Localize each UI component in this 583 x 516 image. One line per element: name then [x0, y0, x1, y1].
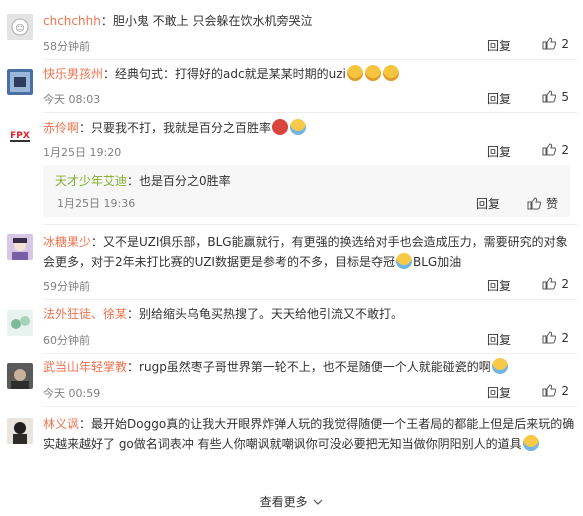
doge-emoji-icon — [364, 65, 381, 81]
like-button[interactable]: 2 — [542, 37, 569, 51]
reply-button[interactable]: 回复 — [487, 384, 511, 401]
username-link[interactable]: chchchhh — [43, 14, 101, 28]
like-count: 2 — [561, 331, 569, 345]
divider — [43, 406, 577, 407]
load-more-button[interactable]: 查看更多 — [0, 493, 583, 510]
avatar[interactable] — [7, 363, 33, 389]
avatar[interactable] — [7, 418, 33, 444]
avatar-image-icon: FPX — [7, 122, 33, 148]
avatar-image-icon — [7, 363, 33, 389]
divider — [43, 353, 577, 354]
laugh-emoji-icon — [272, 119, 289, 135]
thumbs-up-icon — [542, 331, 557, 344]
doge-emoji-icon — [382, 65, 399, 81]
thumbs-up-icon — [542, 384, 557, 397]
username-link[interactable]: 武当山年轻掌教 — [43, 360, 127, 374]
reply-button[interactable]: 回复 — [487, 277, 511, 294]
comment-body: chchchhh：胆小鬼 不敢上 只会躲在饮水机旁哭泣 — [43, 14, 313, 28]
username-link[interactable]: 法外狂徒、徐某 — [43, 307, 127, 321]
avatar[interactable]: ☺ — [7, 14, 33, 40]
comment-time: 1月25日 19:20 — [43, 146, 122, 159]
avatar-image-icon: ☺ — [7, 14, 33, 40]
like-button[interactable]: 2 — [542, 384, 569, 398]
reply-button[interactable]: 回复 — [487, 143, 511, 160]
chevron-down-icon — [313, 499, 323, 505]
like-button[interactable]: 赞 — [527, 195, 558, 212]
thumbs-up-icon — [542, 277, 557, 290]
avatar-image-icon — [7, 310, 33, 336]
comment-body: 快乐男孩州：经典句式：打得好的adc就是某某时期的uzi — [43, 64, 577, 85]
reply-button[interactable]: 回复 — [476, 195, 500, 212]
comment-text: rugp虽然枣子哥世界第一轮不上，也不是随便一个人就能碰瓷的啊 — [139, 360, 491, 374]
like-label: 赞 — [545, 197, 558, 211]
thumbs-up-icon — [527, 197, 541, 210]
reply-button[interactable]: 回复 — [487, 37, 511, 54]
like-button[interactable]: 5 — [542, 90, 569, 104]
like-button[interactable]: 2 — [542, 331, 569, 345]
thumbs-up-icon — [542, 143, 557, 156]
like-count: 2 — [561, 277, 569, 291]
like-count: 2 — [561, 143, 569, 157]
avatar-image-icon — [7, 234, 33, 260]
username-link[interactable]: 天才少年艾迪 — [55, 174, 127, 188]
avatar[interactable]: FPX — [7, 122, 33, 148]
comment-time: 今天 08:03 — [43, 93, 101, 106]
comment-time: 59分钟前 — [43, 280, 90, 293]
comment-body: 武当山年轻掌教：rugp虽然枣子哥世界第一轮不上，也不是随便一个人就能碰瓷的啊 — [43, 357, 577, 378]
comment-text: 最开始Doggo真的让我大开眼界炸弹人玩的我觉得随便一个王者局的都能上但是后来玩… — [43, 417, 575, 451]
comment-time: 今天 00:59 — [43, 387, 101, 400]
laugh-cry-emoji-icon — [491, 358, 508, 374]
username-link[interactable]: 赤伶啊 — [43, 121, 79, 135]
comment-text: 胆小鬼 不敢上 只会躲在饮水机旁哭泣 — [112, 14, 313, 28]
comment-text: 又不是UZI俱乐部，BLG能赢就行，有更强的换选给对手也会造成压力，需要研究的对… — [43, 235, 568, 269]
avatar-image-icon — [7, 418, 33, 444]
sub-reply: 天才少年艾迪：也是百分之0胜率 1月25日 19:36 回复 赞 — [43, 165, 570, 217]
comment-text: 只要我不打，我就是百分之百胜率 — [91, 121, 272, 135]
like-count: 2 — [561, 37, 569, 51]
comment-time: 1月25日 19:36 — [57, 197, 136, 210]
like-button[interactable]: 2 — [542, 143, 569, 157]
username-link[interactable]: 林义讽 — [43, 417, 79, 431]
avatar[interactable] — [7, 69, 33, 95]
cry-emoji-icon — [395, 253, 412, 269]
like-count: 5 — [561, 90, 569, 104]
reply-button[interactable]: 回复 — [487, 90, 511, 107]
svg-text:FPX: FPX — [10, 131, 30, 141]
like-count: 2 — [561, 384, 569, 398]
divider — [43, 224, 577, 225]
username-link[interactable]: 冰糖果少 — [43, 235, 91, 249]
reply-button[interactable]: 回复 — [487, 331, 511, 348]
comment-time: 58分钟前 — [43, 40, 90, 53]
cry-emoji-icon — [290, 119, 307, 135]
doge-emoji-icon — [346, 65, 363, 81]
like-button[interactable]: 2 — [542, 277, 569, 291]
avatar[interactable] — [7, 234, 33, 260]
thumbs-up-icon — [542, 37, 557, 50]
comment-body: 法外狂徒、徐某：别给缩头乌龟买热搜了。天天给他引流又不敢打。 — [43, 307, 404, 321]
avatar[interactable] — [7, 310, 33, 336]
divider — [43, 59, 577, 60]
thumbs-up-icon — [542, 90, 557, 103]
username-link[interactable]: 快乐男孩州 — [43, 67, 103, 81]
comment-body: 赤伶啊：只要我不打，我就是百分之百胜率 — [43, 118, 577, 139]
comment-time: 60分钟前 — [43, 334, 90, 347]
comment-body: 天才少年艾迪：也是百分之0胜率 — [55, 174, 231, 188]
comment-body: 林义讽：最开始Doggo真的让我大开眼界炸弹人玩的我觉得随便一个王者局的都能上但… — [43, 417, 575, 451]
load-more-label: 查看更多 — [259, 495, 308, 509]
comment-text: 别给缩头乌龟买热搜了。天天给他引流又不敢打。 — [139, 307, 404, 321]
divider — [43, 299, 577, 300]
comment-body: 冰糖果少：又不是UZI俱乐部，BLG能赢就行，有更强的换选给对手也会造成压力，需… — [43, 235, 568, 269]
sweat-emoji-icon — [522, 435, 539, 451]
avatar-image-icon — [7, 69, 33, 95]
comment-text: 经典句式：打得好的adc就是某某时期的uzi — [115, 67, 346, 81]
comment-text: 也是百分之0胜率 — [139, 174, 231, 188]
svg-text:☺: ☺ — [15, 23, 24, 34]
comment-text-tail: BLG加油 — [412, 255, 462, 269]
divider — [43, 112, 577, 113]
